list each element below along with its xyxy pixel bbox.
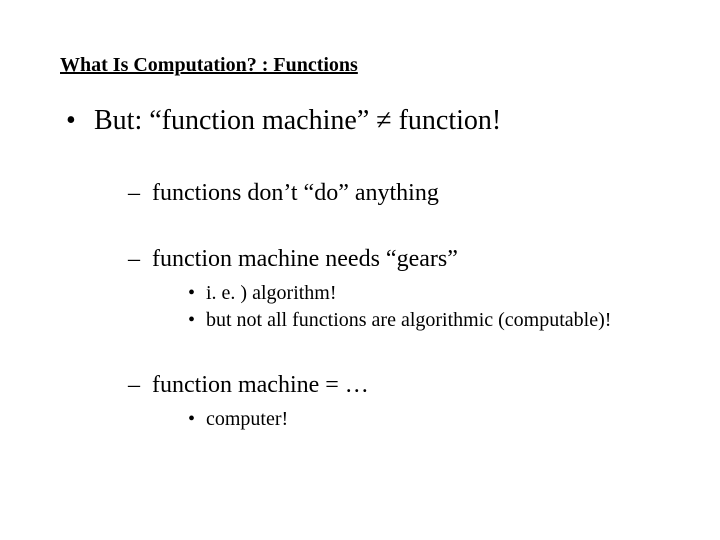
- sub-text: functions don’t “do” anything: [152, 180, 439, 206]
- bullet-list-level1: But: “function machine” ≠ function! func…: [60, 103, 660, 433]
- slide: What Is Computation? : Functions But: “f…: [0, 0, 720, 540]
- bullet-text: But: “function machine” ≠ function!: [94, 105, 501, 136]
- sub-text: function machine needs “gears”: [152, 246, 458, 272]
- sub-item: function machine = … computer!: [94, 370, 660, 433]
- slide-title: What Is Computation? : Functions: [60, 54, 660, 77]
- bullet-list-level3: computer!: [152, 406, 660, 433]
- sub-item: function machine needs “gears” i. e. ) a…: [94, 244, 660, 334]
- subsub-item: but not all functions are algorithmic (c…: [152, 307, 660, 334]
- subsub-text: but not all functions are algorithmic (c…: [206, 309, 611, 331]
- subsub-text: i. e. ) algorithm!: [206, 282, 337, 304]
- subsub-item: i. e. ) algorithm!: [152, 280, 660, 307]
- sub-item: functions don’t “do” anything: [94, 178, 660, 208]
- subsub-item: computer!: [152, 406, 660, 433]
- subsub-text: computer!: [206, 408, 288, 430]
- sub-text: function machine = …: [152, 372, 369, 398]
- bullet-list-level3: i. e. ) algorithm! but not all functions…: [152, 280, 660, 334]
- bullet-item: But: “function machine” ≠ function! func…: [60, 103, 660, 433]
- bullet-list-level2: functions don’t “do” anything function m…: [94, 178, 660, 433]
